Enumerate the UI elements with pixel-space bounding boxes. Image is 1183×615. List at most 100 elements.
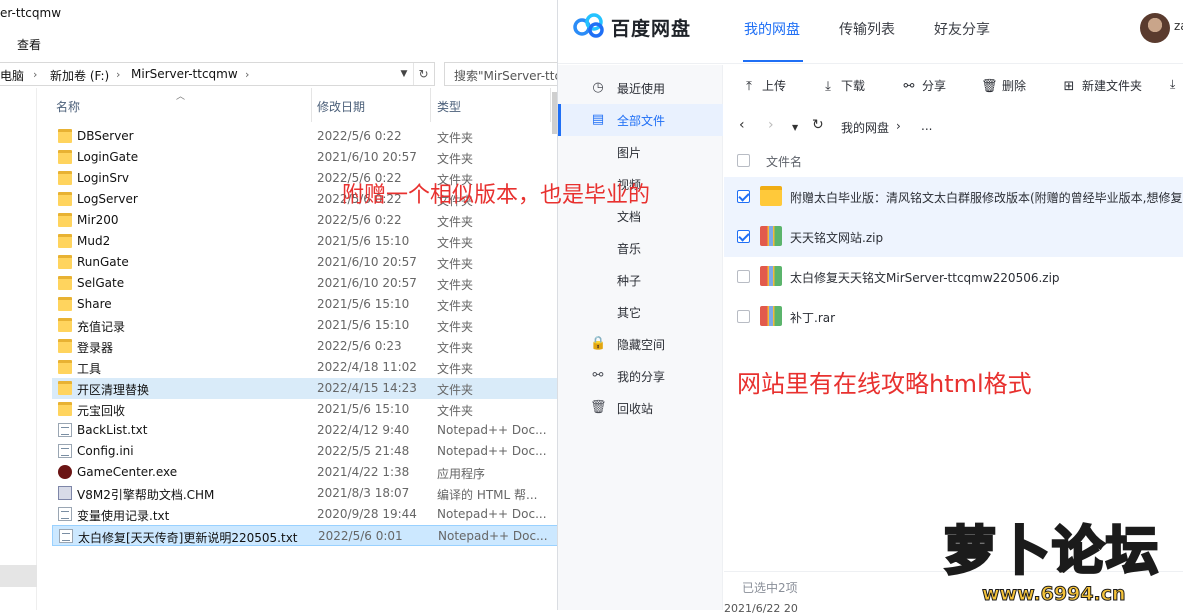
address-dropdown-icon[interactable]: ▼ xyxy=(395,63,413,85)
file-row[interactable]: 天天铭文网站.zip xyxy=(724,217,1183,257)
address-segment[interactable]: 新加卷 (F:) xyxy=(50,67,109,84)
file-row[interactable]: 附赠太白毕业版：清风铭文太白群服修改版本(附赠的曾经毕业版本,想修复... xyxy=(724,177,1183,217)
sidebar-item[interactable]: 其它 xyxy=(558,296,723,328)
file-row[interactable]: Config.ini 2022/5/5 21:48 Notepad++ Doc... xyxy=(52,441,560,462)
file-name: 变量使用记录.txt xyxy=(77,509,170,523)
sidebar-item[interactable]: 🔒 隐藏空间 xyxy=(558,328,723,360)
file-icon xyxy=(58,486,72,500)
sidebar-item-label: 文档 xyxy=(617,210,642,224)
watermark-logo: 萝卜论坛 www.6994.cn xyxy=(930,505,1183,610)
folder-icon xyxy=(58,360,72,374)
breadcrumb-more[interactable]: ... xyxy=(921,119,932,133)
file-name[interactable]: 补丁.rar xyxy=(790,309,835,326)
file-row[interactable]: 补丁.rar xyxy=(724,297,1183,337)
file-row[interactable]: 登录器 2022/5/6 0:23 文件夹 xyxy=(52,336,560,357)
sidebar-item[interactable]: ⚯ 我的分享 xyxy=(558,360,723,392)
address-segment[interactable]: MirServer-ttcqmw xyxy=(131,67,238,81)
sidebar-item[interactable]: 🗑 回收站 xyxy=(558,392,723,424)
file-date: 2022/4/15 14:23 xyxy=(317,381,417,395)
column-date[interactable]: 修改日期 xyxy=(317,98,365,115)
file-row[interactable]: V8M2引擎帮助文档.CHM 2021/8/3 18:07 编译的 HTML 帮..… xyxy=(52,483,560,504)
file-type: 文件夹 xyxy=(437,341,474,355)
file-row[interactable]: 元宝回收 2021/5/6 15:10 文件夹 xyxy=(52,399,560,420)
file-date: 2022/5/5 21:48 xyxy=(317,444,410,458)
sort-ascending-icon: ︿ xyxy=(176,92,186,102)
navigation-pane[interactable] xyxy=(0,88,37,610)
folder-icon xyxy=(58,129,72,143)
file-row[interactable]: 充值记录 2021/5/6 15:10 文件夹 xyxy=(52,315,560,336)
address-bar[interactable]: 电脑 › 新加卷 (F:) › MirServer-ttcqmw › ▼ ↻ xyxy=(0,62,435,86)
column-type[interactable]: 类型 xyxy=(437,98,461,115)
ribbon-tab-view[interactable]: 查看 xyxy=(17,36,41,53)
column-name[interactable]: 名称 xyxy=(56,98,80,115)
more-download-icon[interactable]: ⤓ xyxy=(1170,77,1175,92)
file-name: LoginGate xyxy=(77,150,139,164)
file-type: 文件夹 xyxy=(437,404,474,418)
file-name[interactable]: 附赠太白毕业版：清风铭文太白群服修改版本(附赠的曾经毕业版本,想修复... xyxy=(790,189,1183,206)
new-folder-button[interactable]: ⊞ 新建文件夹 xyxy=(1061,77,1142,94)
nav-selected-item[interactable] xyxy=(0,565,37,587)
sidebar-item[interactable]: 种子 xyxy=(558,264,723,296)
file-name[interactable]: 太白修复天天铭文MirServer-ttcqmw220506.zip xyxy=(790,269,1060,286)
history-dropdown-icon[interactable]: ▼ xyxy=(792,123,798,132)
tab-friend-share[interactable]: 好友分享 xyxy=(934,19,990,39)
file-type: 文件夹 xyxy=(437,236,474,250)
column-filename[interactable]: 文件名 xyxy=(766,153,802,170)
row-checkbox[interactable] xyxy=(737,230,750,243)
file-type: 文件夹 xyxy=(437,152,474,166)
file-type: 文件夹 xyxy=(437,299,474,313)
sidebar: ◷ 最近使用 ▤ 全部文件 图片 视频 文档 音乐 种子 其它 🔒 隐藏空间 ⚯ 我的分享 🗑 回收站 xyxy=(558,65,723,610)
avatar[interactable] xyxy=(1140,13,1170,43)
file-name: 太白修复[天天传奇]更新说明220505.txt xyxy=(78,531,298,545)
trash-icon: 🗑 xyxy=(590,400,607,415)
header: 百度网盘 我的网盘 传输列表 好友分享 za xyxy=(558,0,1183,64)
file-date: 2021/6/10 20:57 xyxy=(317,255,417,269)
file-row[interactable]: Mir200 2022/5/6 0:22 文件夹 xyxy=(52,210,560,231)
file-row[interactable]: GameCenter.exe 2021/4/22 1:38 应用程序 xyxy=(52,462,560,483)
download-button[interactable]: ⤓ 下载 xyxy=(820,77,865,94)
file-date: 2021/8/3 18:07 xyxy=(317,486,410,500)
file-row[interactable]: DBServer 2022/5/6 0:22 文件夹 xyxy=(52,126,560,147)
trash-icon: 🗑 xyxy=(981,79,998,94)
file-row[interactable]: 开区清理替换 2022/4/15 14:23 文件夹 xyxy=(52,378,560,399)
file-row[interactable]: RunGate 2021/6/10 20:57 文件夹 xyxy=(52,252,560,273)
file-row[interactable]: 太白修复[天天传奇]更新说明220505.txt 2022/5/6 0:01 Not… xyxy=(52,525,560,546)
file-row[interactable]: SelGate 2021/6/10 20:57 文件夹 xyxy=(52,273,560,294)
chevron-right-icon: › xyxy=(33,68,38,81)
row-checkbox[interactable] xyxy=(737,190,750,203)
file-date: 2020/9/28 19:44 xyxy=(317,507,417,521)
file-name: SelGate xyxy=(77,276,125,290)
username[interactable]: za xyxy=(1174,19,1183,33)
watermark-text: 萝卜论坛 xyxy=(942,521,1161,584)
share-button[interactable]: ⚯ 分享 xyxy=(901,77,946,94)
file-row[interactable]: 太白修复天天铭文MirServer-ttcqmw220506.zip xyxy=(724,257,1183,297)
file-row[interactable]: Mud2 2021/5/6 15:10 文件夹 xyxy=(52,231,560,252)
refresh-icon[interactable]: ↻ xyxy=(413,63,433,85)
tab-transfer-list[interactable]: 传输列表 xyxy=(839,19,895,39)
file-row[interactable]: Share 2021/5/6 15:10 文件夹 xyxy=(52,294,560,315)
file-date: 2021/6/10 20:57 xyxy=(317,276,417,290)
file-row[interactable]: 变量使用记录.txt 2020/9/28 19:44 Notepad++ Doc..… xyxy=(52,504,560,525)
navigation-bar: ‹ › ▼ ↻ 我的网盘 › ... xyxy=(724,111,1183,141)
row-checkbox[interactable] xyxy=(737,310,750,323)
file-row[interactable]: 工具 2022/4/18 11:02 文件夹 xyxy=(52,357,560,378)
forward-icon[interactable]: › xyxy=(768,117,774,133)
sidebar-item[interactable]: ◷ 最近使用 xyxy=(558,72,723,104)
sidebar-item[interactable]: 图片 xyxy=(558,136,723,168)
refresh-icon[interactable]: ↻ xyxy=(812,117,824,133)
search-input[interactable]: 搜索"MirServer-ttcq xyxy=(444,62,560,86)
sidebar-item[interactable]: ▤ 全部文件 xyxy=(558,104,723,136)
row-checkbox[interactable] xyxy=(737,270,750,283)
sidebar-item[interactable]: 音乐 xyxy=(558,232,723,264)
file-name[interactable]: 天天铭文网站.zip xyxy=(790,229,883,246)
select-all-checkbox[interactable] xyxy=(737,154,750,167)
list-header: 文件名 xyxy=(724,145,1183,175)
upload-button[interactable]: ⤒ 上传 xyxy=(741,77,786,94)
breadcrumb-root[interactable]: 我的网盘 xyxy=(841,119,889,136)
delete-button[interactable]: 🗑 删除 xyxy=(981,77,1026,94)
file-row[interactable]: BackList.txt 2022/4/12 9:40 Notepad++ Doc.… xyxy=(52,420,560,441)
back-icon[interactable]: ‹ xyxy=(739,117,745,133)
tab-my-disk[interactable]: 我的网盘 xyxy=(744,19,800,39)
address-segment[interactable]: 电脑 xyxy=(0,67,24,84)
file-row[interactable]: LoginGate 2021/6/10 20:57 文件夹 xyxy=(52,147,560,168)
